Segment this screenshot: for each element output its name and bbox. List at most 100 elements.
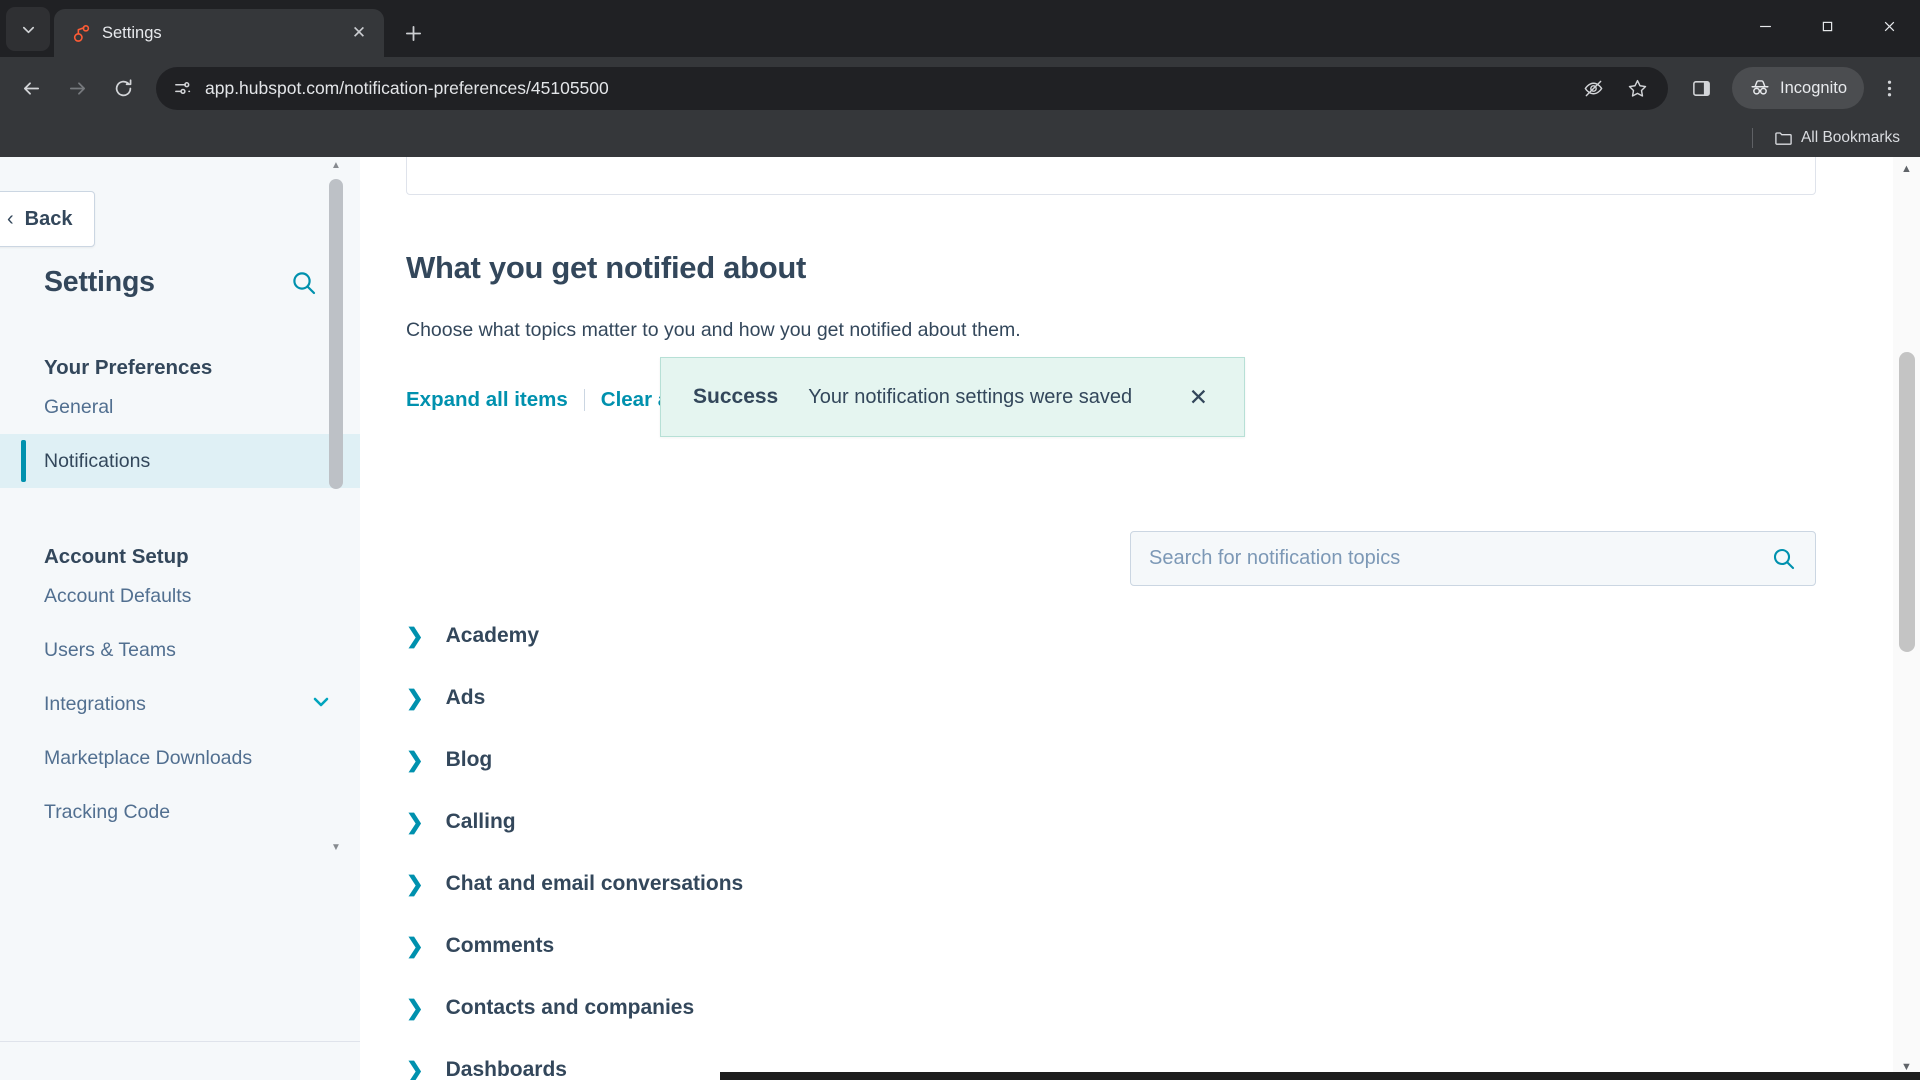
tab-title: Settings bbox=[102, 23, 162, 42]
chevron-right-icon: ❯ bbox=[406, 748, 424, 772]
caret-down-icon[interactable]: ▼ bbox=[331, 839, 341, 857]
browser-tab[interactable]: Settings ✕ bbox=[54, 9, 384, 57]
topic-label: Dashboards bbox=[445, 1058, 567, 1080]
bookmarks-bar: All Bookmarks bbox=[0, 119, 1920, 157]
action-divider bbox=[583, 389, 585, 411]
nav-back-icon[interactable] bbox=[10, 67, 52, 109]
chevron-right-icon: ❯ bbox=[406, 872, 424, 896]
topic-label: Blog bbox=[445, 748, 493, 771]
sidebar-item-users-teams[interactable]: Users & Teams bbox=[0, 623, 360, 677]
chevron-right-icon: ❯ bbox=[406, 996, 424, 1020]
main-content: What you get notified about Choose what … bbox=[360, 157, 1920, 1080]
topic-row-calling[interactable]: ❯ Calling bbox=[406, 791, 1816, 853]
sidebar-header: Settings bbox=[0, 266, 360, 299]
search-icon[interactable] bbox=[1771, 546, 1797, 572]
notification-topic-list: ❯ Academy ❯ Ads ❯ Blog ❯ Calling ❯ Chat … bbox=[406, 605, 1816, 1080]
window-minimize-icon[interactable] bbox=[1734, 0, 1796, 52]
search-input[interactable] bbox=[1149, 547, 1771, 570]
sidebar-item-general[interactable]: General bbox=[0, 380, 360, 434]
sidebar-title: Settings bbox=[44, 266, 155, 298]
topic-row-chat-and-email-conversations[interactable]: ❯ Chat and email conversations bbox=[406, 853, 1816, 915]
incognito-label: Incognito bbox=[1780, 78, 1847, 97]
main-scrollbar-track[interactable] bbox=[1898, 182, 1915, 1055]
back-button-label: Back bbox=[24, 207, 73, 230]
sidebar-scrollbar-thumb[interactable] bbox=[329, 179, 343, 489]
incognito-icon bbox=[1749, 77, 1771, 99]
sidebar-bottom-divider bbox=[0, 1041, 360, 1042]
chevron-left-icon: ‹ bbox=[7, 208, 14, 230]
bookmarks-divider bbox=[1751, 128, 1753, 148]
sidebar-item-label: Account Defaults bbox=[44, 584, 192, 607]
sidebar-item-notifications[interactable]: Notifications bbox=[0, 434, 360, 488]
side-panel-icon[interactable] bbox=[1680, 67, 1722, 109]
hubspot-sprocket-icon bbox=[72, 24, 91, 43]
bookmark-star-icon[interactable] bbox=[1616, 67, 1658, 109]
toast-close-icon[interactable]: ✕ bbox=[1183, 380, 1214, 415]
tab-search-icon[interactable] bbox=[6, 7, 50, 51]
expand-all-items-link[interactable]: Expand all items bbox=[406, 388, 568, 412]
sidebar-item-label: Integrations bbox=[44, 692, 146, 715]
three-dot-menu-icon[interactable] bbox=[1868, 67, 1910, 109]
new-tab-icon[interactable] bbox=[394, 14, 432, 52]
topic-label: Contacts and companies bbox=[445, 996, 695, 1019]
site-settings-icon[interactable] bbox=[173, 79, 192, 98]
address-bar[interactable]: app.hubspot.com/notification-preferences… bbox=[156, 66, 1669, 110]
notification-topic-search[interactable] bbox=[1130, 531, 1816, 586]
sidebar-group-title-account-setup: Account Setup bbox=[44, 545, 189, 568]
main-scrollbar-thumb[interactable] bbox=[1898, 352, 1915, 652]
all-bookmarks-label: All Bookmarks bbox=[1800, 129, 1900, 146]
all-bookmarks-button[interactable]: All Bookmarks bbox=[1768, 125, 1906, 152]
sidebar-item-tracking-code[interactable]: Tracking Code bbox=[0, 785, 360, 839]
tab-close-icon[interactable]: ✕ bbox=[346, 20, 372, 46]
success-toast: Success Your notification settings were … bbox=[660, 357, 1245, 437]
chevron-right-icon: ❯ bbox=[406, 810, 424, 834]
back-button[interactable]: ‹ Back bbox=[0, 191, 96, 247]
sidebar-scrollbar-track[interactable] bbox=[329, 175, 343, 839]
sidebar-item-label: Users & Teams bbox=[44, 638, 176, 661]
topic-row-academy[interactable]: ❯ Academy bbox=[406, 605, 1816, 667]
topic-label: Academy bbox=[445, 624, 539, 647]
sidebar-item-account-defaults[interactable]: Account Defaults bbox=[0, 569, 360, 623]
nav-reload-icon[interactable] bbox=[102, 67, 144, 109]
chevron-right-icon: ❯ bbox=[406, 624, 424, 648]
page-viewport: ‹ Back Settings Your Preferences General… bbox=[0, 157, 1920, 1080]
top-card-partial bbox=[406, 157, 1816, 195]
topic-label: Comments bbox=[445, 934, 555, 957]
address-bar-actions bbox=[1572, 67, 1658, 109]
chevron-right-icon: ❯ bbox=[406, 686, 424, 710]
page-title: What you get notified about bbox=[406, 250, 807, 285]
address-bar-url: app.hubspot.com/notification-preferences… bbox=[205, 77, 609, 98]
window-close-icon[interactable] bbox=[1858, 0, 1920, 52]
toast-message: Your notification settings were saved bbox=[808, 385, 1133, 408]
sidebar-item-label: Marketplace Downloads bbox=[44, 746, 253, 769]
sidebar-scrollbar[interactable]: ▲ ▼ bbox=[326, 157, 346, 857]
window-controls bbox=[1734, 0, 1920, 52]
eye-slash-icon[interactable] bbox=[1572, 67, 1614, 109]
sidebar-item-integrations[interactable]: Integrations bbox=[0, 677, 360, 731]
sidebar-search-icon[interactable] bbox=[290, 269, 318, 297]
toast-title: Success bbox=[693, 385, 779, 408]
topic-row-comments[interactable]: ❯ Comments bbox=[406, 915, 1816, 977]
incognito-indicator[interactable]: Incognito bbox=[1732, 67, 1864, 109]
sidebar-group-title-preferences: Your Preferences bbox=[44, 356, 213, 379]
caret-up-icon[interactable]: ▲ bbox=[1901, 157, 1912, 182]
topic-row-ads[interactable]: ❯ Ads bbox=[406, 667, 1816, 729]
browser-toolbar: app.hubspot.com/notification-preferences… bbox=[0, 57, 1920, 119]
folder-icon bbox=[1774, 129, 1793, 148]
chevron-right-icon: ❯ bbox=[406, 1058, 424, 1080]
page-bottom-edge bbox=[720, 1072, 1920, 1080]
sidebar-item-marketplace-downloads[interactable]: Marketplace Downloads bbox=[0, 731, 360, 785]
main-scrollbar[interactable]: ▲ ▼ bbox=[1893, 157, 1920, 1080]
browser-tab-strip: Settings ✕ bbox=[0, 0, 1920, 57]
page-subtitle: Choose what topics matter to you and how… bbox=[406, 319, 1021, 341]
topic-label: Chat and email conversations bbox=[445, 872, 744, 895]
caret-up-icon[interactable]: ▲ bbox=[331, 157, 341, 175]
topic-row-blog[interactable]: ❯ Blog bbox=[406, 729, 1816, 791]
nav-forward-icon[interactable] bbox=[56, 67, 98, 109]
topic-label: Ads bbox=[445, 686, 486, 709]
topic-label: Calling bbox=[445, 810, 516, 833]
topic-row-contacts-and-companies[interactable]: ❯ Contacts and companies bbox=[406, 977, 1816, 1039]
window-maximize-icon[interactable] bbox=[1796, 0, 1858, 52]
sidebar-item-label: Notifications bbox=[44, 449, 151, 472]
chevron-right-icon: ❯ bbox=[406, 934, 424, 958]
